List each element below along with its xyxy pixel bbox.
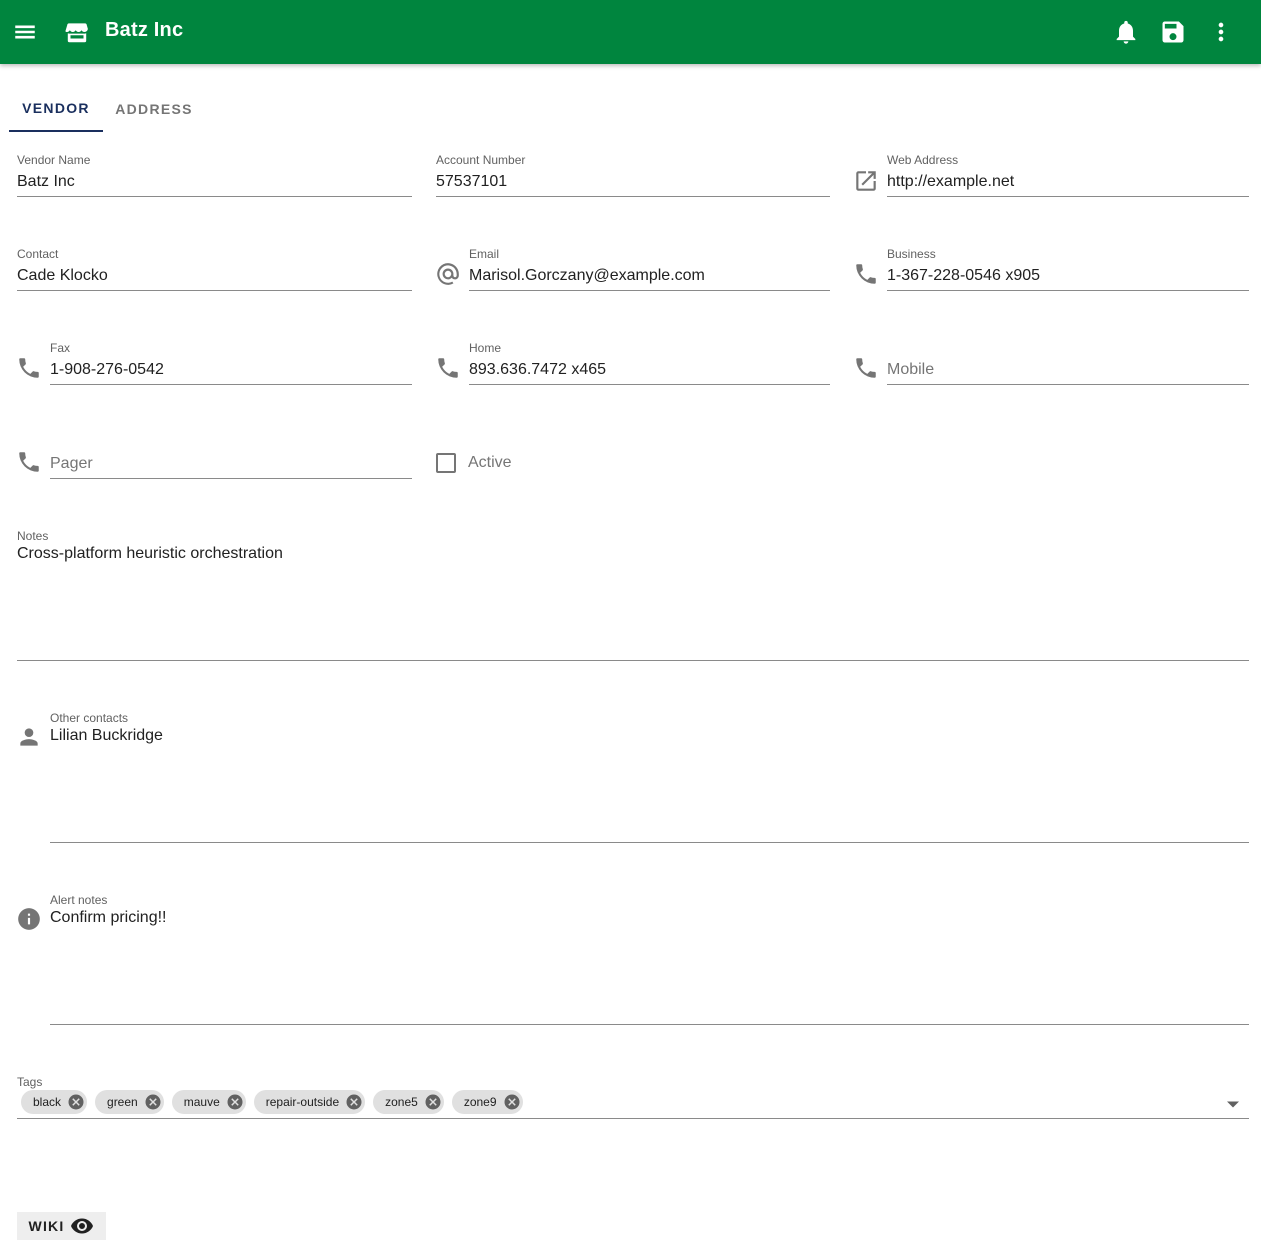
mobile-phone-field[interactable]: Mobile [887, 341, 1249, 385]
pager-field[interactable]: Pager [50, 435, 412, 479]
tag-chip-label: green [107, 1095, 138, 1109]
notes-label: Notes [17, 529, 49, 543]
tag-chip[interactable]: black [21, 1090, 88, 1114]
cancel-icon[interactable] [144, 1093, 162, 1111]
tab-address[interactable]: ADDRESS [103, 86, 205, 132]
mobile-phone-placeholder: Mobile [887, 361, 935, 378]
tag-chips: black green mauve repair-outside zone5 z… [21, 1090, 531, 1114]
business-phone-value: 1-367-228-0546 x905 [887, 267, 1041, 284]
home-phone-value: 893.636.7472 x465 [469, 361, 607, 378]
home-phone-label: Home [469, 341, 502, 355]
tag-chip-label: mauve [183, 1095, 220, 1109]
menu-icon[interactable] [12, 18, 38, 46]
home-phone-field[interactable]: Home 893.636.7472 x465 [469, 341, 830, 385]
vendor-name-value: Batz Inc [17, 173, 75, 190]
tags-label: Tags [17, 1075, 43, 1089]
fax-label: Fax [50, 341, 71, 355]
other-contacts-field[interactable]: Other contacts Lilian Buckridge [50, 711, 1249, 843]
wiki-label: WIKI [28, 1218, 65, 1234]
other-contacts-label: Other contacts [50, 711, 129, 725]
email-label: Email [469, 247, 500, 261]
cancel-icon[interactable] [226, 1093, 244, 1111]
tag-chip[interactable]: zone9 [451, 1090, 523, 1114]
business-phone-label: Business [887, 247, 936, 261]
app-title: Batz Inc [105, 19, 184, 41]
open-in-new-icon[interactable] [853, 168, 879, 194]
tag-chip-label: zone9 [463, 1095, 497, 1109]
fax-value: 1-908-276-0542 [50, 361, 164, 378]
dropdown-arrow-icon[interactable] [1221, 1092, 1245, 1116]
phone-icon [853, 355, 879, 381]
tag-chip-label: repair-outside [265, 1095, 340, 1109]
email-value: Marisol.Gorczany@example.com [469, 267, 705, 284]
bell-icon[interactable] [1112, 18, 1140, 46]
active-label: Active [468, 454, 512, 471]
tab-vendor[interactable]: VENDOR [9, 86, 103, 132]
account-number-field[interactable]: Account Number 57537101 [436, 153, 830, 197]
vendor-name-field[interactable]: Vendor Name Batz Inc [17, 153, 412, 197]
vendor-name-label: Vendor Name [17, 153, 91, 167]
cancel-icon[interactable] [67, 1093, 85, 1111]
more-vert-icon[interactable] [1207, 18, 1235, 46]
web-address-field[interactable]: Web Address http://example.net [887, 153, 1249, 197]
alert-notes-field[interactable]: Alert notes Confirm pricing!! [50, 893, 1249, 1025]
tag-chip-label: zone5 [385, 1095, 418, 1109]
phone-icon [853, 261, 879, 287]
tags-field[interactable]: Tags black green mauve repair-outside zo… [17, 1074, 1249, 1119]
tab-bar: VENDOR ADDRESS [9, 86, 205, 132]
fax-field[interactable]: Fax 1-908-276-0542 [50, 341, 412, 385]
alert-notes-value: Confirm pricing!! [50, 909, 167, 926]
cancel-icon[interactable] [424, 1093, 442, 1111]
phone-icon [16, 355, 42, 381]
phone-icon [16, 449, 42, 475]
phone-icon [435, 355, 461, 381]
tag-chip[interactable]: repair-outside [253, 1090, 366, 1114]
other-contacts-value: Lilian Buckridge [50, 727, 163, 744]
person-icon [16, 724, 42, 750]
alert-notes-label: Alert notes [50, 893, 108, 907]
web-address-value: http://example.net [887, 173, 1015, 190]
app-bar: Batz Inc [0, 0, 1261, 64]
info-icon [16, 906, 42, 932]
eye-icon [70, 1214, 94, 1238]
cancel-icon[interactable] [345, 1093, 363, 1111]
contact-value: Cade Klocko [17, 267, 108, 284]
cancel-icon[interactable] [503, 1093, 521, 1111]
active-checkbox[interactable]: Active [436, 450, 512, 476]
pager-placeholder: Pager [50, 455, 93, 472]
contact-label: Contact [17, 247, 59, 261]
tag-chip[interactable]: mauve [171, 1090, 246, 1114]
tag-chip[interactable]: zone5 [373, 1090, 444, 1114]
notes-field[interactable]: Notes Cross-platform heuristic orchestra… [17, 529, 1249, 661]
at-sign-icon [435, 261, 461, 287]
save-icon[interactable] [1159, 18, 1187, 46]
web-address-label: Web Address [887, 153, 959, 167]
email-field[interactable]: Email Marisol.Gorczany@example.com [469, 247, 830, 291]
contact-field[interactable]: Contact Cade Klocko [17, 247, 412, 291]
notes-value: Cross-platform heuristic orchestration [17, 545, 283, 562]
business-phone-field[interactable]: Business 1-367-228-0546 x905 [887, 247, 1249, 291]
account-number-value: 57537101 [436, 173, 508, 190]
store-icon [64, 19, 90, 45]
tag-chip-label: black [33, 1095, 62, 1109]
checkbox-box[interactable] [436, 453, 456, 473]
tag-chip[interactable]: green [95, 1090, 164, 1114]
account-number-label: Account Number [436, 153, 526, 167]
wiki-button[interactable]: WIKI [17, 1212, 106, 1240]
